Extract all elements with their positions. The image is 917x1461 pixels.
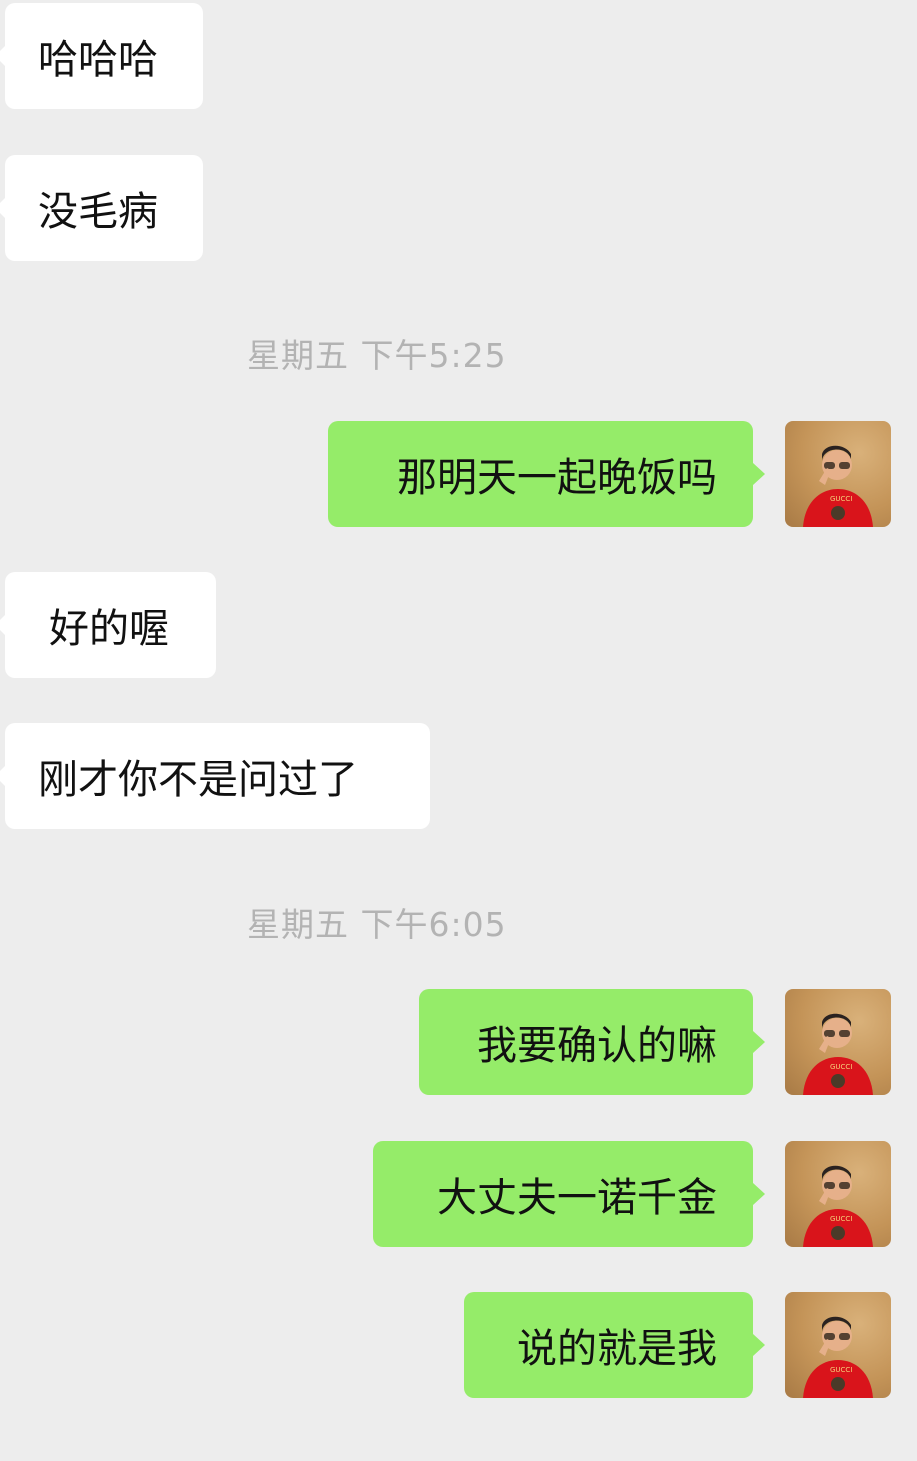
svg-text:GUCCI: GUCCI [830,1215,852,1223]
outgoing-message-bubble[interactable]: 我要确认的嘛 [419,989,765,1095]
incoming-message-bubble[interactable]: 哈哈哈 [0,3,203,109]
svg-text:GUCCI: GUCCI [830,495,852,503]
avatar[interactable]: GUCCI [785,421,891,527]
incoming-message-bubble[interactable]: 刚才你不是问过了 [0,723,430,829]
avatar-icon: GUCCI [803,1165,873,1247]
incoming-message-bubble[interactable]: 好的喔 [0,572,216,678]
avatar-icon: GUCCI [803,1013,873,1095]
outgoing-message-bubble[interactable]: 那明天一起晚饭吗 [328,421,765,527]
outgoing-message-bubble[interactable]: 说的就是我 [464,1292,765,1398]
message-text: 说的就是我 [517,1326,717,1372]
message-text: 刚才你不是问过了 [38,757,358,803]
message-text: 大丈夫一诺千金 [437,1175,717,1221]
timestamp: 星期五 下午5:25 [247,336,507,375]
timestamp: 星期五 下午6:05 [247,905,507,944]
chat-message-list[interactable]: 哈哈哈 没毛病 星期五 下午5:25 那明天一起晚饭吗 GUCCI 好的喔 刚才… [0,0,917,1461]
message-text: 没毛病 [38,189,158,235]
avatar-icon: GUCCI [803,445,873,527]
avatar-icon: GUCCI [803,1316,873,1398]
incoming-message-bubble[interactable]: 没毛病 [0,155,203,261]
avatar[interactable]: GUCCI [785,1141,891,1247]
svg-text:GUCCI: GUCCI [830,1063,852,1071]
message-text: 我要确认的嘛 [477,1023,717,1069]
message-text: 好的喔 [49,606,169,652]
avatar[interactable]: GUCCI [785,1292,891,1398]
svg-text:GUCCI: GUCCI [830,1366,852,1374]
message-text: 哈哈哈 [38,37,158,83]
outgoing-message-bubble[interactable]: 大丈夫一诺千金 [373,1141,765,1247]
avatar[interactable]: GUCCI [785,989,891,1095]
message-text: 那明天一起晚饭吗 [397,455,717,501]
